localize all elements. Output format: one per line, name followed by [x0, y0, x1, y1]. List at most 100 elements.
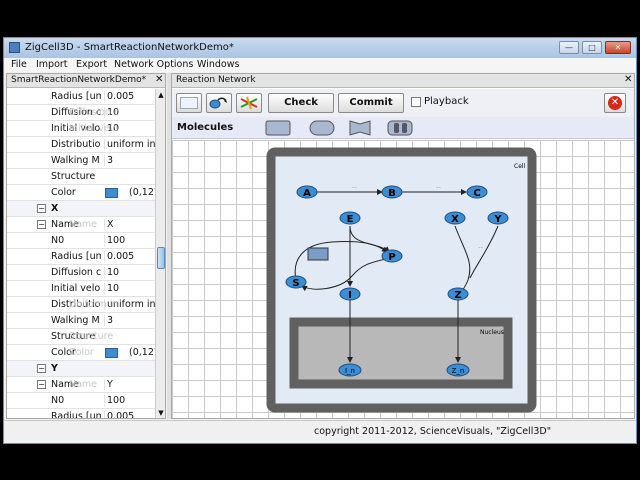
property-name: Radius [um [51, 411, 101, 419]
property-name: Color [51, 187, 76, 198]
property-row[interactable]: −Diffusion c10 [7, 265, 155, 281]
check-button[interactable]: Check [268, 93, 334, 113]
menu-bar: File Import Export Network Options Windo… [4, 58, 636, 72]
select-tool-button[interactable] [176, 93, 202, 113]
property-value[interactable]: 100 [104, 235, 155, 246]
reaction-network-close-icon[interactable]: ✕ [624, 74, 632, 85]
property-category[interactable]: − X [7, 201, 155, 217]
property-category[interactable]: − Y [7, 361, 155, 377]
reaction-network-title: Reaction Network [176, 75, 256, 85]
color-swatch[interactable] [105, 188, 118, 198]
property-name: Initial velo [51, 283, 101, 294]
property-name: Radius [um [51, 251, 101, 262]
maximize-button[interactable]: □ [582, 41, 602, 54]
property-value[interactable]: 0.005 [104, 91, 155, 102]
delete-button[interactable]: ✕ [604, 93, 626, 113]
menu-network-options[interactable]: Network Options [114, 59, 193, 70]
commit-button[interactable]: Commit [338, 93, 404, 113]
property-row[interactable]: −N0100 [7, 233, 155, 249]
svg-text:X: X [451, 214, 459, 225]
scroll-thumb[interactable] [157, 247, 165, 269]
properties-scrollbar[interactable]: ▲ ▼ [155, 89, 165, 418]
delete-icon: ✕ [608, 96, 622, 110]
app-window: ZigCell3D - SmartReactionNetworkDemo* — … [3, 37, 637, 444]
property-name: Structure [51, 171, 96, 182]
app-icon [9, 42, 20, 53]
scroll-down-arrow-icon[interactable]: ▼ [156, 407, 165, 418]
drag-ghost-text: Color [69, 347, 94, 358]
property-row[interactable]: −Walking M3 [7, 153, 155, 169]
properties-panel-close-icon[interactable]: ✕ [155, 74, 163, 85]
rate-label-1: ~~ [352, 185, 358, 189]
svg-text:Z_n: Z_n [452, 367, 465, 375]
property-row[interactable]: −Radius [um0.005 [7, 249, 155, 265]
channel-shape-icon [387, 120, 413, 136]
svg-text:S: S [292, 278, 299, 289]
property-value[interactable]: 3 [104, 155, 155, 166]
collapse-icon[interactable]: − [37, 364, 46, 373]
property-value[interactable]: 10 [104, 283, 155, 294]
menu-file[interactable]: File [11, 59, 27, 70]
network-diagram: Cell Nucleus ~~ ~~ ~~ A B C E X Y P S I … [266, 147, 537, 413]
reaction-tool-button[interactable] [236, 93, 262, 113]
property-row[interactable]: −Radius [um0.005 [7, 89, 155, 105]
property-row[interactable]: −Color(0,127, [7, 185, 155, 201]
status-text: copyright 2011-2012, ScienceVisuals, "Zi… [314, 426, 552, 437]
property-value[interactable]: 10 [104, 267, 155, 278]
menu-export[interactable]: Export [76, 59, 107, 70]
maximize-icon: □ [588, 43, 596, 52]
property-name: Walking M [51, 315, 100, 326]
reaction-icon [240, 96, 258, 110]
playback-checkbox[interactable] [411, 97, 421, 107]
drag-ghost-text: Name [69, 379, 98, 390]
collapse-icon[interactable]: − [37, 220, 46, 229]
svg-text:I: I [348, 290, 352, 301]
color-value[interactable]: (0,127, [129, 187, 155, 198]
link-tool-button[interactable] [206, 93, 232, 113]
svg-text:Y: Y [493, 214, 502, 225]
property-value[interactable]: 3 [104, 315, 155, 326]
property-row[interactable]: −N0100 [7, 393, 155, 409]
property-name: N0 [51, 395, 65, 406]
rate-label-2: ~~ [436, 185, 442, 189]
membrane-shape-icon [349, 120, 371, 136]
properties-panel-header: SmartReactionNetworkDemo* ✕ [7, 74, 165, 88]
menu-windows[interactable]: Windows [197, 59, 239, 70]
network-canvas[interactable]: Cell Nucleus ~~ ~~ ~~ A B C E X Y P S I … [172, 140, 634, 418]
property-value[interactable]: 100 [104, 395, 155, 406]
color-value[interactable]: (0,127, [129, 347, 155, 358]
property-name: N0 [51, 235, 65, 246]
playback-label: Playback [424, 96, 469, 107]
property-value[interactable]: uniform in [104, 139, 155, 150]
property-row[interactable]: −Distributionuniform in [7, 137, 155, 153]
node-i-n[interactable]: I_n [338, 363, 362, 377]
blank-tool-icon [180, 97, 198, 109]
svg-text:A: A [303, 188, 311, 199]
collapse-icon[interactable]: − [37, 204, 46, 213]
property-name: Walking M [51, 155, 100, 166]
svg-text:B: B [388, 188, 396, 199]
scroll-up-arrow-icon[interactable]: ▲ [156, 89, 165, 101]
property-row[interactable]: −Walking M3 [7, 313, 155, 329]
reaction-network-panel: Reaction Network ✕ Check Commit Playback… [171, 73, 635, 419]
property-row[interactable]: −Initial velo10 [7, 281, 155, 297]
menu-import[interactable]: Import [36, 59, 68, 70]
svg-text:Z: Z [454, 290, 461, 301]
node-z-n[interactable]: Z_n [446, 363, 470, 377]
cell-label: Cell [514, 163, 526, 170]
property-grid: −Radius [um0.005−Diffusion c10−Initial v… [7, 89, 155, 419]
drag-ghost-text: Structure [69, 331, 114, 342]
property-row[interactable]: −Structure [7, 169, 155, 185]
category-label: Y [51, 363, 58, 374]
window-title: ZigCell3D - SmartReactionNetworkDemo* [25, 42, 234, 53]
drag-ghost-text: Name [69, 219, 98, 230]
property-name: Distribution [51, 139, 101, 150]
property-value[interactable]: 0.005 [104, 411, 155, 418]
close-window-button[interactable]: ✕ [605, 41, 631, 54]
rounded-shape-icon [309, 120, 335, 136]
title-bar[interactable]: ZigCell3D - SmartReactionNetworkDemo* — … [4, 38, 636, 58]
collapse-icon[interactable]: − [37, 380, 46, 389]
property-row[interactable]: −Radius [um0.005 [7, 409, 155, 419]
property-value[interactable]: 0.005 [104, 251, 155, 262]
minimize-button[interactable]: — [559, 41, 579, 54]
